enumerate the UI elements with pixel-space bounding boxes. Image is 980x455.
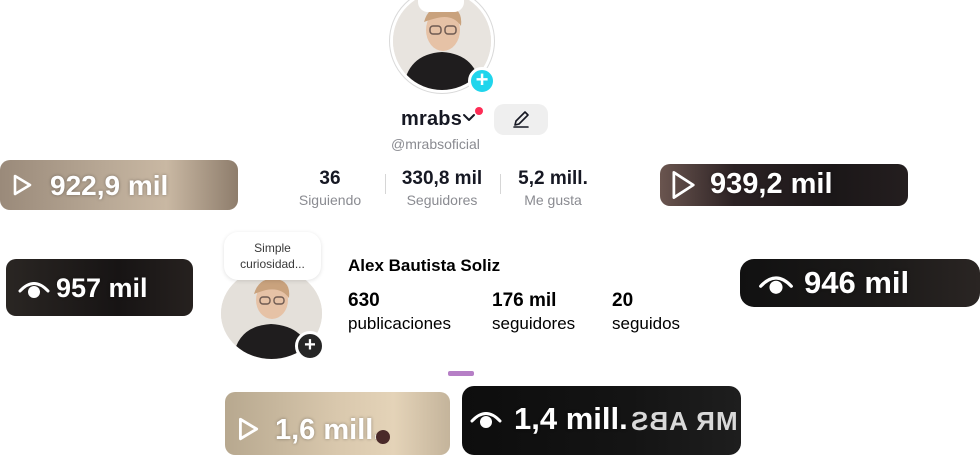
play-icon [672,171,695,199]
stat-label: seguidores [492,314,576,333]
view-count-badge[interactable]: 946 mil [740,259,980,307]
view-count-badge[interactable]: 957 mil [6,259,193,316]
stat-label: Siguiendo [298,192,362,208]
profile-note-bubble[interactable]: Simple curiosidad... [224,232,321,280]
notification-dot [475,107,483,115]
divider [500,174,501,194]
stat-value: 330,8 mil [401,168,483,189]
profile-handle: @mrabsoficial [391,136,480,152]
edit-profile-button[interactable] [494,104,548,135]
stat-value: 630 [348,290,380,311]
eye-icon [470,412,502,428]
stat-following[interactable]: 20 seguidos [612,290,680,334]
view-count: 922,9 mil [50,170,169,201]
stat-label: Seguidores [406,192,478,208]
view-count: 1,4 mill. [514,401,628,436]
thumbnail-edge [448,371,474,376]
view-count: 939,2 mil [710,168,833,200]
view-count: 957 mil [56,273,148,303]
stat-likes[interactable]: 5,2 mill. Me gusta [508,168,598,208]
play-icon [239,417,259,441]
stat-followers[interactable]: 176 mil seguidores [492,290,575,334]
note-line: Simple [254,241,291,255]
stat-value: 20 [612,290,634,311]
divider [385,174,386,194]
mirrored-watermark: MR ABS [630,406,738,436]
stat-label: seguidos [612,314,681,333]
stat-following[interactable]: 36 Siguiendo [290,168,370,208]
note-line: curiosidad... [240,257,305,271]
stat-value: 5,2 mill. [518,168,588,189]
view-count: 946 mil [804,265,910,300]
profile-full-name: Alex Bautista Soliz [348,256,501,275]
stat-label: Me gusta [524,192,582,208]
profile-username: mrabs [401,108,463,130]
view-count-badge[interactable]: 1,6 mill. [225,392,450,455]
stat-posts[interactable]: 630 publicaciones [348,290,451,334]
background-object [376,430,390,444]
add-story-button[interactable]: + [295,331,325,361]
view-count-badge[interactable]: 922,9 mil [0,160,238,210]
view-count-badge[interactable]: MR ABS 1,4 mill. [462,386,741,455]
view-count: 1,6 mill. [275,414,382,446]
stat-label: publicaciones [348,314,452,333]
pencil-icon [513,111,529,128]
stat-value: 36 [319,168,341,189]
follow-plus-button[interactable]: + [468,67,496,95]
stat-followers[interactable]: 330,8 mil Seguidores [392,168,492,208]
eye-icon [759,276,793,294]
story-bubble [418,0,464,12]
play-icon [13,174,32,196]
eye-icon [18,282,50,298]
view-count-badge[interactable]: 939,2 mil [660,164,908,206]
stat-value: 176 mil [492,290,557,311]
